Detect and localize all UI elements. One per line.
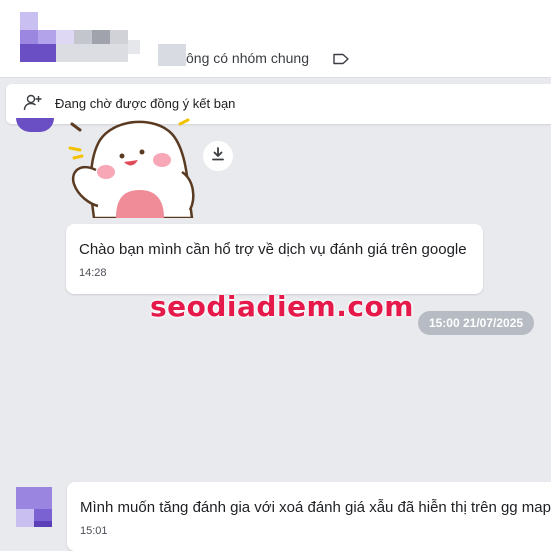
message-bubble[interactable]: Mình muốn tăng đánh gia với xoá đánh giá…	[67, 482, 551, 551]
message-time: 15:01	[80, 525, 108, 537]
message-text: Chào bạn mình cần hổ trợ về dịch vụ đánh…	[79, 241, 467, 258]
download-icon	[210, 146, 226, 167]
download-button[interactable]	[203, 141, 233, 171]
contact-name-blurred	[158, 44, 186, 66]
message-time: 14:28	[79, 267, 107, 279]
sender-avatar-blurred[interactable]	[16, 487, 52, 527]
friend-request-text: Đang chờ được đồng ý kết bạn	[55, 96, 236, 111]
sticker[interactable]	[60, 110, 200, 220]
date-separator: 15:00 21/07/2025	[418, 311, 534, 335]
sender-avatar-partial[interactable]	[16, 118, 54, 132]
add-user-icon	[23, 93, 43, 113]
message-text: Mình muốn tăng đánh gia với xoá đánh giá…	[80, 499, 551, 516]
message-bubble[interactable]: Chào bạn mình cần hổ trợ về dịch vụ đánh…	[66, 224, 483, 294]
watermark: seodiadiem.com	[150, 290, 414, 323]
contact-avatar-blurred[interactable]	[20, 12, 140, 62]
tag-icon[interactable]	[332, 52, 350, 65]
chat-header: ông có nhóm chung	[0, 0, 551, 78]
mutual-groups-text[interactable]: ông có nhóm chung	[186, 50, 309, 66]
